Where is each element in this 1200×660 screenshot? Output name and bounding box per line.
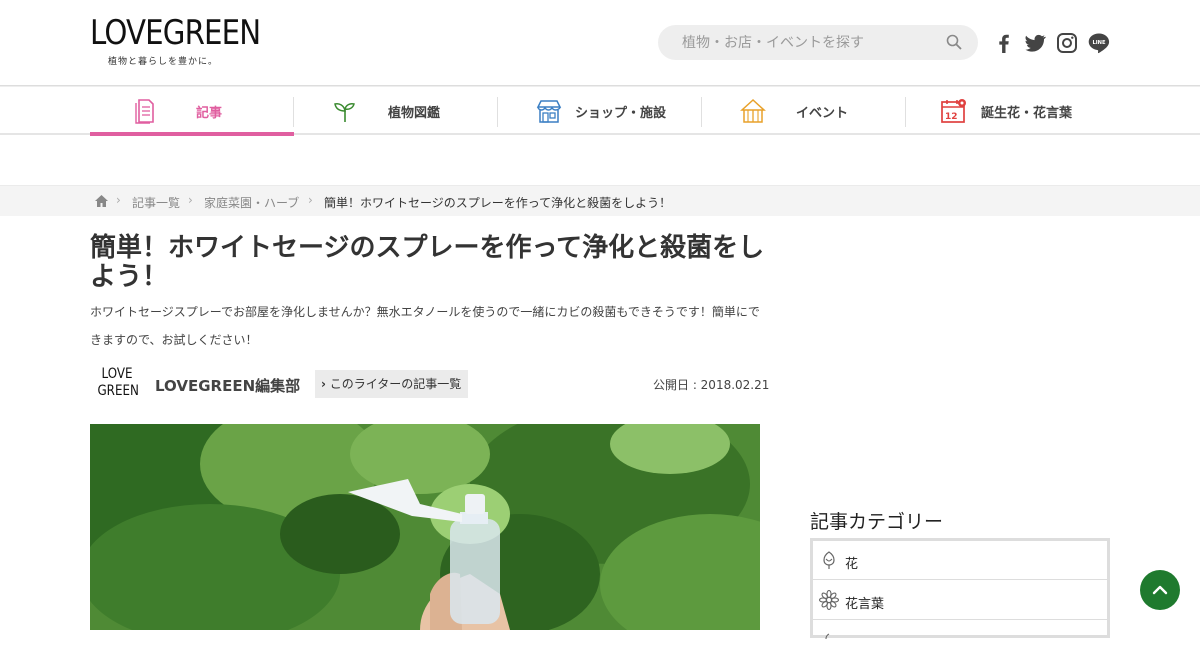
search-box: [658, 25, 978, 60]
logo-tagline: 植物と暮らしを豊かに。: [108, 57, 219, 67]
nav-label: 植物図鑑: [388, 106, 441, 121]
breadcrumb-item[interactable]: 家庭菜園・ハーブ: [204, 194, 299, 211]
nav-item-plant-encyclopedia[interactable]: 植物図鑑: [294, 87, 498, 134]
site-logo[interactable]: LOVEGREEN 植物と暮らしを豊かに。: [90, 13, 261, 67]
category-item-flower[interactable]: 花: [813, 541, 1107, 580]
published-date: 公開日 : 2018.02.21: [653, 378, 770, 392]
chevron-up-icon: [1152, 585, 1168, 595]
sprout-icon: [334, 103, 355, 122]
nav-item-birth-flowers[interactable]: 12 誕生花・花言葉: [906, 87, 1110, 134]
tent-icon: [740, 98, 766, 123]
flower-bud-icon: [823, 551, 835, 569]
search-input[interactable]: [658, 25, 918, 60]
chevron-right-icon: ›: [116, 193, 121, 207]
category-item-flower-language[interactable]: 花言葉: [813, 581, 1107, 620]
breadcrumb-item[interactable]: 記事一覧: [132, 194, 180, 211]
article-lead: ホワイトセージスプレーでお部屋を浄化しませんか？無水エタノールを使うので一緒にカ…: [90, 305, 760, 347]
category-label: 花: [845, 557, 859, 572]
nav-label: ショップ・施設: [575, 106, 667, 121]
site-header: LOVEGREEN 植物と暮らしを豊かに。 LINE: [0, 0, 1200, 86]
line-icon[interactable]: LINE: [1087, 31, 1111, 55]
main-nav: 記事 植物図鑑 ショップ・施設 イベント 12 誕生花・花言葉: [0, 86, 1200, 136]
facebook-icon[interactable]: [992, 31, 1016, 55]
category-heading: 記事カテゴリー: [810, 511, 944, 533]
author-avatar-line: LOVE: [101, 366, 133, 382]
nav-item-events[interactable]: イベント: [702, 87, 906, 134]
category-label: 花言葉: [845, 597, 885, 612]
logo-text: LOVEGREEN: [90, 13, 261, 53]
category-list: 花 花言葉: [810, 538, 1110, 640]
category-icon: [825, 633, 830, 640]
calendar-icon: 12: [941, 99, 966, 123]
author-avatar[interactable]: LOVE GREEN: [97, 366, 139, 406]
category-item-more[interactable]: [813, 621, 1107, 660]
writer-articles-link[interactable]: › このライターの記事一覧: [315, 370, 469, 398]
nav-label: 記事: [196, 106, 223, 121]
nav-label: イベント: [796, 106, 849, 121]
hero-photo: [90, 424, 760, 630]
home-icon[interactable]: [95, 195, 108, 207]
author-avatar-line: GREEN: [97, 383, 139, 399]
breadcrumb: › 記事一覧 › 家庭菜園・ハーブ › 簡単！ホワイトセージのスプレーを作って浄…: [0, 185, 1200, 216]
twitter-icon[interactable]: [1023, 31, 1047, 55]
writer-link-label: このライターの記事一覧: [329, 377, 462, 391]
instagram-icon[interactable]: [1055, 31, 1079, 55]
chevron-right-icon: ›: [188, 193, 193, 207]
nav-item-articles[interactable]: 記事: [90, 87, 294, 136]
chevron-right-icon: ›: [308, 193, 313, 207]
article-title: 簡単！ホワイトセージのスプレーを作って浄化と殺菌をしよう！: [90, 233, 765, 292]
hero-image: [90, 424, 760, 630]
search-icon[interactable]: [946, 34, 962, 50]
daisy-icon: [819, 590, 839, 610]
breadcrumb-current: 簡単！ホワイトセージのスプレーを作って浄化と殺菌をしよう！: [324, 196, 672, 210]
back-to-top-button[interactable]: [1140, 570, 1180, 610]
nav-item-shops[interactable]: ショップ・施設: [498, 87, 702, 134]
chevron-right-icon: ›: [321, 377, 326, 391]
shop-icon: [536, 100, 562, 123]
nav-label: 誕生花・花言葉: [981, 106, 1073, 121]
svg-text:12: 12: [945, 112, 958, 122]
author-name[interactable]: LOVEGREEN編集部: [155, 375, 300, 396]
article-icon: [135, 99, 154, 124]
svg-text:LINE: LINE: [1092, 40, 1106, 46]
